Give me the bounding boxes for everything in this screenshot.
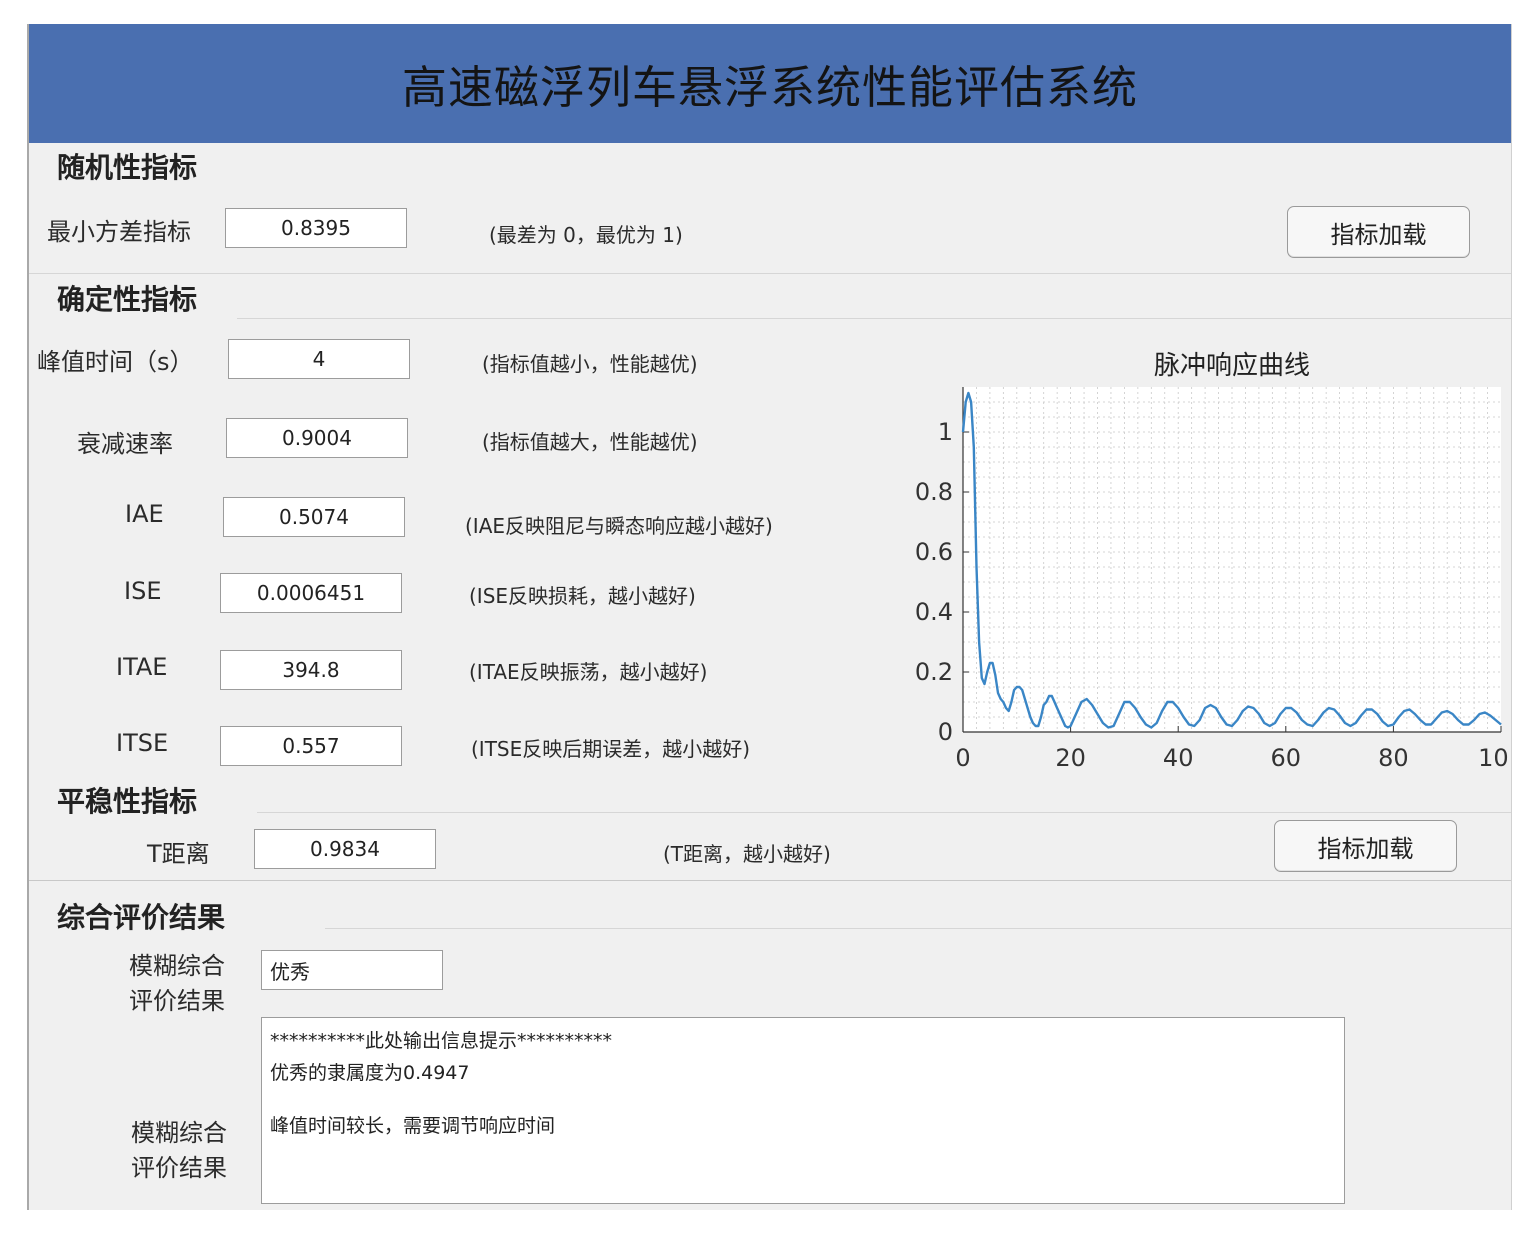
peak-time-field[interactable]: 4 xyxy=(228,339,410,379)
iae-field[interactable]: 0.5074 xyxy=(223,497,405,537)
impulse-response-chart: 0 20 40 60 80 100 0 0.2 0.4 0.6 0.8 1 脉冲响应曲线 xyxy=(915,351,1509,772)
x-tick-label: 100 xyxy=(1478,744,1509,772)
itae-field[interactable]: 394.8 xyxy=(220,650,402,690)
t-distance-label: T距离 xyxy=(147,840,210,868)
x-tick-label: 20 xyxy=(1055,744,1086,772)
fuzzy-result-label-line1: 模糊综合 xyxy=(129,952,225,980)
t-distance-field[interactable]: 0.9834 xyxy=(254,829,436,869)
y-tick-label: 0.2 xyxy=(915,658,953,686)
output-label-line2: 评价结果 xyxy=(131,1154,227,1182)
decay-rate-hint: (指标值越大，性能越优) xyxy=(482,430,698,454)
divider xyxy=(325,928,1511,929)
y-tick-label: 0.6 xyxy=(915,538,953,566)
iae-hint: (IAE反映阻尼与瞬态响应越小越好) xyxy=(465,514,773,538)
fuzzy-result-label-line2: 评价结果 xyxy=(129,987,225,1015)
y-tick-label: 0.4 xyxy=(915,598,953,626)
x-tick-label: 40 xyxy=(1163,744,1194,772)
x-tick-label: 0 xyxy=(955,744,970,772)
peak-time-hint: (指标值越小，性能越优) xyxy=(482,352,698,376)
output-line: 优秀的隶属度为0.4947 xyxy=(270,1062,470,1084)
y-tick-label: 0 xyxy=(938,718,953,746)
y-tick-label: 1 xyxy=(938,418,953,446)
itae-label: ITAE xyxy=(116,653,168,681)
output-textarea[interactable]: **********此处输出信息提示********** 优秀的隶属度为0.49… xyxy=(261,1017,1345,1204)
x-tick-label: 60 xyxy=(1271,744,1302,772)
output-label-line1: 模糊综合 xyxy=(131,1119,227,1147)
itae-hint: (ITAE反映振荡，越小越好) xyxy=(469,660,708,684)
y-tick-label: 0.8 xyxy=(915,478,953,506)
min-variance-label: 最小方差指标 xyxy=(47,218,191,246)
divider xyxy=(257,812,1511,813)
app-window: 高速磁浮列车悬浮系统性能评估系统 随机性指标 最小方差指标 0.8395 (最差… xyxy=(27,24,1512,1210)
peak-time-label: 峰值时间（s） xyxy=(37,348,194,376)
min-variance-field[interactable]: 0.8395 xyxy=(225,208,407,248)
output-line: 峰值时间较长，需要调节响应时间 xyxy=(270,1115,556,1137)
fuzzy-result-field[interactable]: 优秀 xyxy=(261,950,443,990)
decay-rate-label: 衰减速率 xyxy=(77,430,173,458)
itse-label: ITSE xyxy=(116,729,169,757)
itse-hint: (ITSE反映后期误差，越小越好) xyxy=(471,737,751,761)
min-variance-hint: (最差为 0，最优为 1) xyxy=(489,223,683,247)
chart-title: 脉冲响应曲线 xyxy=(1154,351,1310,381)
x-tick-label: 80 xyxy=(1378,744,1409,772)
output-line: **********此处输出信息提示********** xyxy=(270,1030,613,1052)
load-random-index-button[interactable]: 指标加载 xyxy=(1287,206,1470,258)
divider xyxy=(29,880,1511,881)
divider xyxy=(29,273,1511,274)
section-title-stability: 平稳性指标 xyxy=(57,785,198,818)
ise-field[interactable]: 0.0006451 xyxy=(220,573,402,613)
section-title-random: 随机性指标 xyxy=(57,151,198,184)
decay-rate-field[interactable]: 0.9004 xyxy=(226,418,408,458)
t-distance-hint: (T距离，越小越好) xyxy=(663,842,831,866)
section-title-deterministic: 确定性指标 xyxy=(57,283,198,316)
ise-hint: (ISE反映损耗，越小越好) xyxy=(469,584,696,608)
ise-label: ISE xyxy=(124,577,162,605)
iae-label: IAE xyxy=(125,500,164,528)
load-stability-index-button[interactable]: 指标加载 xyxy=(1274,820,1457,872)
itse-field[interactable]: 0.557 xyxy=(220,726,402,766)
section-title-result: 综合评价结果 xyxy=(57,901,226,934)
page-title: 高速磁浮列车悬浮系统性能评估系统 xyxy=(401,61,1138,114)
